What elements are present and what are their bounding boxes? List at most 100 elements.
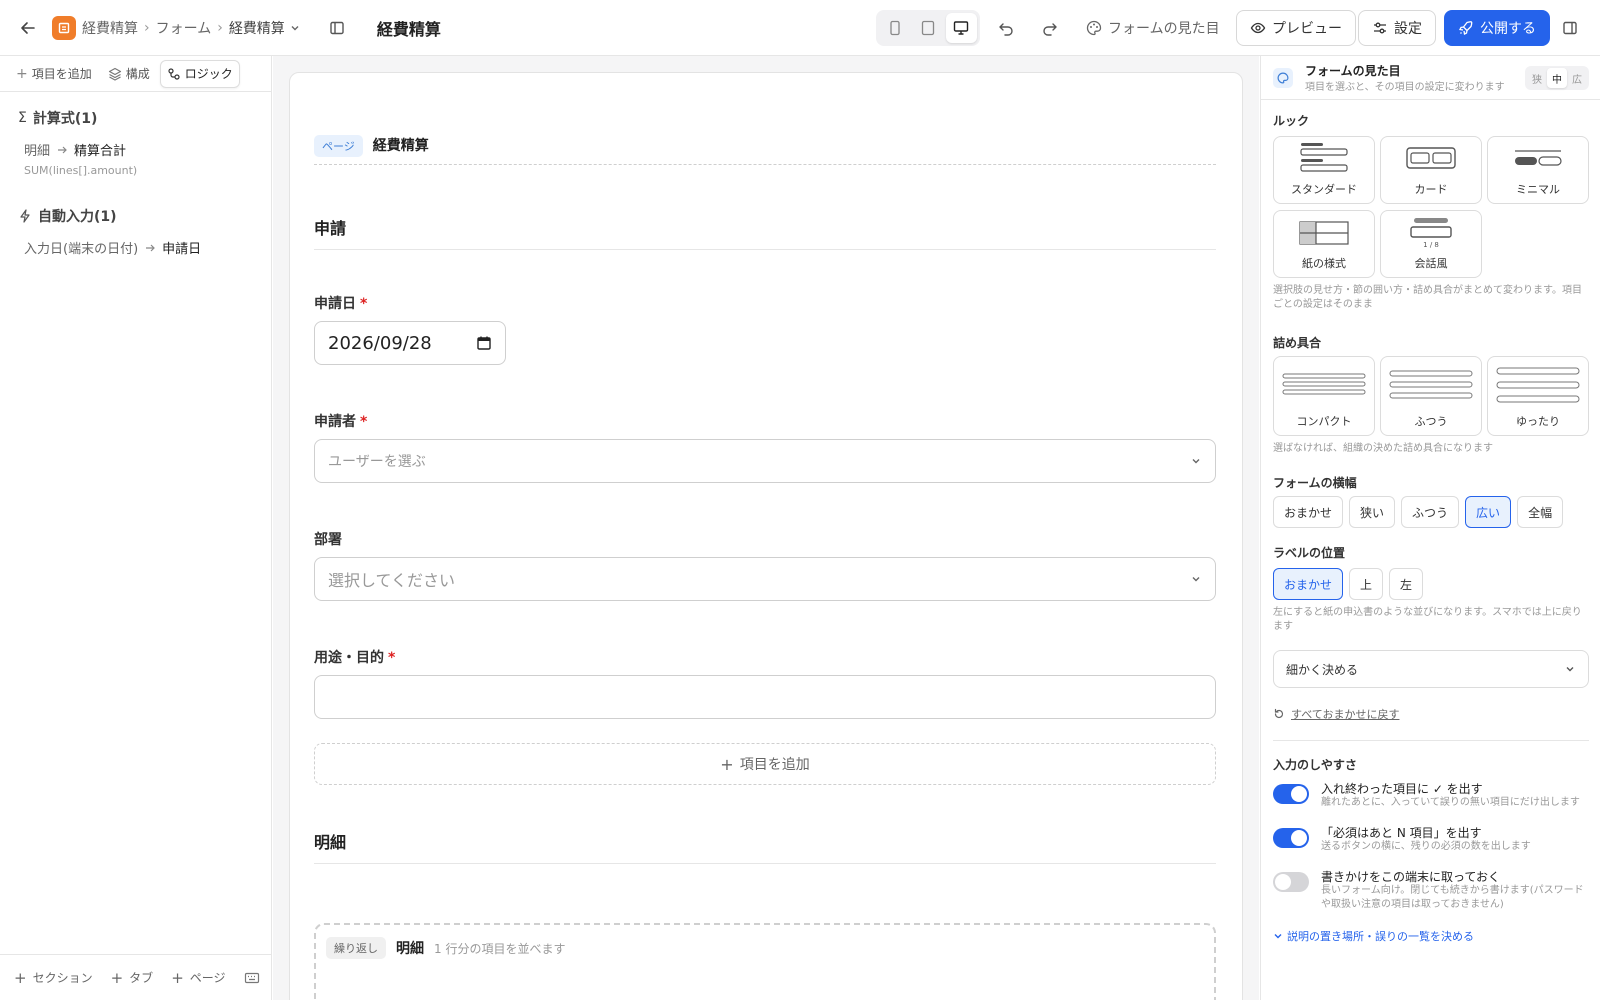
label-position-auto[interactable]: おまかせ bbox=[1273, 568, 1344, 600]
density-option-normal[interactable]: ふつう bbox=[1380, 356, 1482, 436]
density-help: 選ばなければ、組織の決めた詰め具合になります bbox=[1273, 443, 1493, 454]
density-option-label: コンパクト bbox=[1296, 415, 1352, 428]
device-tablet-button[interactable] bbox=[912, 13, 943, 43]
more-settings-link[interactable]: 説明の置き場所・誤りの一覧を決める bbox=[1273, 928, 1474, 944]
panel-width-narrow[interactable]: 狭 bbox=[1527, 68, 1547, 88]
form-width-normal[interactable]: ふつう bbox=[1401, 496, 1460, 528]
tab-add-item[interactable]: + 項目を追加 bbox=[10, 60, 98, 88]
form-width-auto[interactable]: おまかせ bbox=[1273, 496, 1344, 528]
applicant-select[interactable]: ユーザーを選ぶ bbox=[314, 439, 1216, 483]
field-label-applicant: 申請者 * bbox=[314, 411, 367, 431]
right-panel-title: フォームの見た目 bbox=[1305, 64, 1401, 78]
sidebar-icon bbox=[330, 21, 344, 34]
breadcrumb-forms[interactable]: フォーム bbox=[156, 18, 212, 38]
form-card: ページ 経費精算 申請 申請日 * 2026/09/28 申請者 * ユーザーを選ぶ… bbox=[289, 72, 1243, 1000]
repeat-badge: 繰り返し bbox=[326, 937, 386, 959]
reset-all-link[interactable]: すべておまかせに戻す bbox=[1273, 706, 1399, 722]
density-relaxed-preview bbox=[1496, 357, 1580, 413]
add-page-button[interactable]: + ページ bbox=[171, 969, 225, 987]
field-label-purpose: 用途・目的 * bbox=[314, 647, 395, 667]
density-option-relaxed[interactable]: ゆったり bbox=[1487, 356, 1589, 436]
label-position-label: ラベルの位置 bbox=[1273, 546, 1346, 560]
detail-settings-select[interactable]: 細かく決める bbox=[1273, 650, 1589, 688]
arrow-left-icon bbox=[21, 21, 35, 34]
form-width-narrow[interactable]: 狭い bbox=[1349, 496, 1396, 528]
purpose-input[interactable] bbox=[314, 675, 1216, 719]
tab-structure[interactable]: 構成 bbox=[102, 60, 156, 88]
detail-settings-label: 細かく決める bbox=[1286, 662, 1359, 677]
current-form-dropdown[interactable]: 経費精算 bbox=[229, 18, 301, 38]
required-mark: * bbox=[360, 296, 368, 312]
redo-button[interactable] bbox=[1034, 12, 1066, 44]
look-option-standard[interactable]: スタンダード bbox=[1273, 136, 1375, 204]
repeat-title: 明細 bbox=[396, 941, 424, 957]
department-select[interactable]: 選択してください bbox=[314, 557, 1216, 601]
look-paper-preview bbox=[1299, 211, 1349, 255]
autofill-title: 自動入力(1) bbox=[38, 209, 117, 225]
tab-logic[interactable]: ロジック bbox=[159, 59, 240, 88]
plus-icon: + bbox=[720, 754, 734, 774]
add-item-label: 項目を追加 bbox=[739, 757, 810, 773]
label-position-left[interactable]: 左 bbox=[1389, 568, 1424, 600]
page-header[interactable]: ページ 経費精算 bbox=[314, 135, 1216, 165]
form-width-options: おまかせ 狭い ふつう 広い 全幅 bbox=[1273, 496, 1564, 528]
panel-width-wide[interactable]: 広 bbox=[1567, 68, 1587, 88]
repeat-group[interactable]: 繰り返し 明細 1 行分の項目を並べます bbox=[314, 923, 1216, 1000]
add-section-button[interactable]: + セクション bbox=[14, 969, 93, 987]
autofill-item[interactable]: 入力日(端末の日付) 申請日 bbox=[24, 238, 201, 257]
breadcrumb-app[interactable]: 経費精算 bbox=[82, 18, 138, 38]
look-option-card[interactable]: カード bbox=[1380, 136, 1482, 204]
add-page-label: ページ bbox=[189, 971, 226, 985]
required-count-toggle[interactable] bbox=[1273, 828, 1309, 848]
look-option-label: スタンダード bbox=[1291, 183, 1357, 196]
save-draft-toggle[interactable] bbox=[1273, 872, 1309, 892]
top-bar: 経費精算 › フォーム › 経費精算 経費精算 フォームの見た目 プレビュー 設… bbox=[0, 0, 1600, 56]
checkmark-toggle[interactable] bbox=[1273, 784, 1309, 804]
look-standard-preview bbox=[1299, 137, 1349, 181]
look-option-chat[interactable]: 1 / 8 会話風 bbox=[1380, 210, 1482, 278]
layers-icon bbox=[108, 67, 121, 81]
usability-label: 入力のしやすさ bbox=[1273, 758, 1357, 772]
back-button[interactable] bbox=[12, 12, 44, 44]
settings-label: 設定 bbox=[1394, 21, 1422, 37]
form-width-wide[interactable]: 広い bbox=[1465, 496, 1512, 528]
lightning-icon bbox=[20, 209, 30, 223]
panel-width-medium[interactable]: 中 bbox=[1547, 68, 1567, 88]
look-help: 選択肢の見せ方・節の囲い方・詰め具合がまとめて変わります。項目ごとの設定はそのま… bbox=[1273, 285, 1582, 310]
look-option-minimal[interactable]: ミニマル bbox=[1487, 136, 1589, 204]
settings-button[interactable]: 設定 bbox=[1358, 10, 1436, 46]
look-option-label: カード bbox=[1414, 183, 1448, 196]
right-panel: フォームの見た目 項目を選ぶと、その項目の設定に変わります 狭 中 広 ルック … bbox=[1260, 56, 1600, 1000]
publish-button[interactable]: 公開する bbox=[1444, 10, 1550, 46]
page-badge: ページ bbox=[314, 135, 363, 157]
arrow-right-icon bbox=[58, 146, 67, 153]
density-normal-preview bbox=[1389, 357, 1473, 413]
section-title-apply[interactable]: 申請 bbox=[314, 215, 1216, 250]
label-position-top[interactable]: 上 bbox=[1349, 568, 1384, 600]
right-panel-toggle-button[interactable] bbox=[1554, 12, 1586, 44]
add-item-button[interactable]: + 項目を追加 bbox=[314, 743, 1216, 785]
reset-icon bbox=[1274, 708, 1284, 719]
required-mark: * bbox=[360, 414, 368, 430]
chevron-down-icon bbox=[1192, 459, 1200, 464]
form-width-full[interactable]: 全幅 bbox=[1517, 496, 1564, 528]
formula-target: 精算合計 bbox=[74, 144, 127, 159]
toggle-title: 入れ終わった項目に ✓ を出す bbox=[1321, 782, 1483, 796]
preview-button[interactable]: プレビュー bbox=[1236, 10, 1356, 46]
apply-date-value: 2026/09/28 bbox=[328, 332, 432, 354]
toggle-description: 離れたあとに、入っていて誤りの無い項目にだけ出します bbox=[1321, 797, 1580, 808]
form-look-button[interactable]: フォームの見た目 bbox=[1086, 12, 1220, 44]
formula-item[interactable]: 明細 精算合計 bbox=[24, 140, 126, 159]
device-desktop-button[interactable] bbox=[945, 13, 977, 43]
look-option-paper[interactable]: 紙の様式 bbox=[1273, 210, 1375, 278]
sidebar-toggle-button[interactable] bbox=[321, 12, 353, 44]
rocket-icon bbox=[1459, 21, 1473, 35]
undo-button[interactable] bbox=[990, 12, 1022, 44]
density-option-compact[interactable]: コンパクト bbox=[1273, 356, 1375, 436]
breadcrumb-separator: › bbox=[144, 19, 150, 36]
section-title-details[interactable]: 明細 bbox=[314, 829, 1216, 864]
keyboard-shortcuts-button[interactable] bbox=[244, 971, 260, 985]
apply-date-input[interactable]: 2026/09/28 bbox=[314, 321, 506, 365]
device-mobile-button[interactable] bbox=[879, 13, 910, 43]
add-tab-button[interactable]: + タブ bbox=[111, 969, 154, 987]
